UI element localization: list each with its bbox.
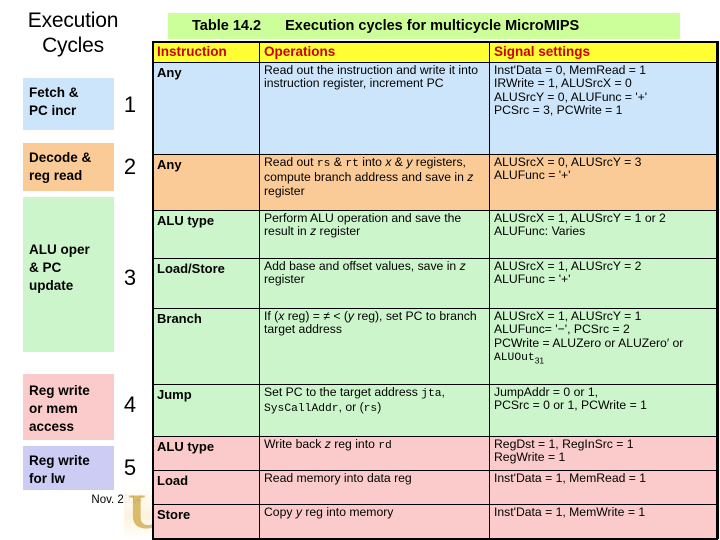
- table-row: Store Copy y reg into memory Inst'Data =…: [152, 504, 719, 539]
- cell-operations: Perform ALU operation and save the resul…: [259, 210, 490, 259]
- cell-operations: Read out rs & rt into x & y registers, c…: [259, 154, 490, 211]
- cell-operations: Read memory into data reg: [259, 470, 490, 505]
- cell-signals: Inst'Data = 1, MemWrite = 1: [489, 504, 719, 539]
- cell-instruction: ALU type: [152, 436, 260, 471]
- table-header-row: Instruction Operations Signal settings: [152, 41, 719, 63]
- cycle-number-4: 4: [123, 392, 137, 417]
- table-row: Any Read out the instruction and write i…: [152, 62, 719, 155]
- cycle-block-1-label: Fetch & PC incr: [29, 85, 79, 118]
- cycle-block-2: Decode & reg read: [23, 143, 114, 191]
- table-row: Any Read out rs & rt into x & y register…: [152, 154, 719, 211]
- cell-instruction: Branch: [152, 308, 260, 385]
- page-title: Execution Cycles: [27, 9, 119, 57]
- cell-operations: Read out the instruction and write it in…: [259, 62, 490, 155]
- table-caption-text: Execution cycles for multicycle MicroMIP…: [285, 18, 580, 34]
- cell-signals: JumpAddr = 0 or 1, PCSrc = 0 or 1, PCWrit…: [489, 384, 719, 437]
- cell-instruction: ALU type: [152, 210, 260, 259]
- cell-operations: Add base and offset values, save in z re…: [259, 258, 490, 309]
- table-row: Jump Set PC to the target address jta, S…: [152, 384, 719, 437]
- cell-operations: Write back z reg into rd: [259, 436, 490, 471]
- table-caption-number: Table 14.2: [192, 18, 262, 34]
- cycle-number-3: 3: [123, 265, 137, 290]
- cell-signals: RegDst = 1, RegInSrc = 1 RegWrite = 1: [489, 436, 719, 471]
- cell-signals: Inst'Data = 0, MemRead = 1 IRWrite = 1, A…: [489, 62, 719, 155]
- cycle-block-3-label: ALU oper & PC update: [29, 242, 90, 293]
- table-row: ALU type Write back z reg into rd RegDst…: [152, 436, 719, 471]
- cycle-block-4-label: Reg write or mem access: [29, 383, 90, 434]
- cell-instruction: Jump: [152, 384, 260, 437]
- table-body: Any Read out the instruction and write i…: [152, 62, 719, 539]
- column-header-operations: Operations: [259, 41, 490, 63]
- cell-instruction: Store: [152, 504, 260, 539]
- left-panel: Execution Cycles Fetch & PC incr 1 Decode …: [0, 0, 152, 540]
- table-caption: Table 14.2 Execution cycles for multicyc…: [168, 13, 680, 39]
- cycle-block-2-label: Decode & reg read: [29, 150, 92, 183]
- column-header-instruction: Instruction: [152, 41, 260, 63]
- table-row: ALU type Perform ALU operation and save …: [152, 210, 719, 259]
- table-row: Load/Store Add base and offset values, s…: [152, 258, 719, 309]
- cycle-block-5: Reg write for lw: [23, 446, 114, 490]
- cycle-block-1: Fetch & PC incr: [23, 78, 114, 130]
- execution-cycles-table: Instruction Operations Signal settings A…: [152, 41, 719, 539]
- cycle-block-4: Reg write or mem access: [23, 374, 114, 440]
- table-row: Load Read memory into data reg Inst'Data…: [152, 470, 719, 505]
- cell-signals: Inst'Data = 1, MemRead = 1: [489, 470, 719, 505]
- cycle-number-1: 1: [123, 92, 137, 117]
- cell-signals: ALUSrcX = 1, ALUSrcY = 1 ALUFunc= '−', PC…: [489, 308, 719, 385]
- cell-instruction: Load: [152, 470, 260, 505]
- cycle-block-3: ALU oper & PC update: [23, 197, 114, 352]
- cell-instruction: Load/Store: [152, 258, 260, 309]
- cell-operations: Copy y reg into memory: [259, 504, 490, 539]
- cell-instruction: Any: [152, 62, 260, 155]
- cycle-number-2: 2: [123, 154, 137, 179]
- cell-signals: ALUSrcX = 0, ALUSrcY = 3 ALUFunc = '+': [489, 154, 719, 211]
- cell-signals: ALUSrcX = 1, ALUSrcY = 2 ALUFunc = '+': [489, 258, 719, 309]
- table-row: Branch If (x reg) = ≠ < (y reg), set PC …: [152, 308, 719, 385]
- cell-signals: ALUSrcX = 1, ALUSrcY = 1 or 2 ALUFunc: Va…: [489, 210, 719, 259]
- cell-instruction: Any: [152, 154, 260, 211]
- cycle-block-5-label: Reg write for lw: [29, 453, 90, 486]
- column-header-signal-settings: Signal settings: [489, 41, 719, 63]
- cycle-number-5: 5: [123, 455, 137, 480]
- cell-operations: If (x reg) = ≠ < (y reg), set PC to bran…: [259, 308, 490, 385]
- cell-operations: Set PC to the target address jta, SysCal…: [259, 384, 490, 437]
